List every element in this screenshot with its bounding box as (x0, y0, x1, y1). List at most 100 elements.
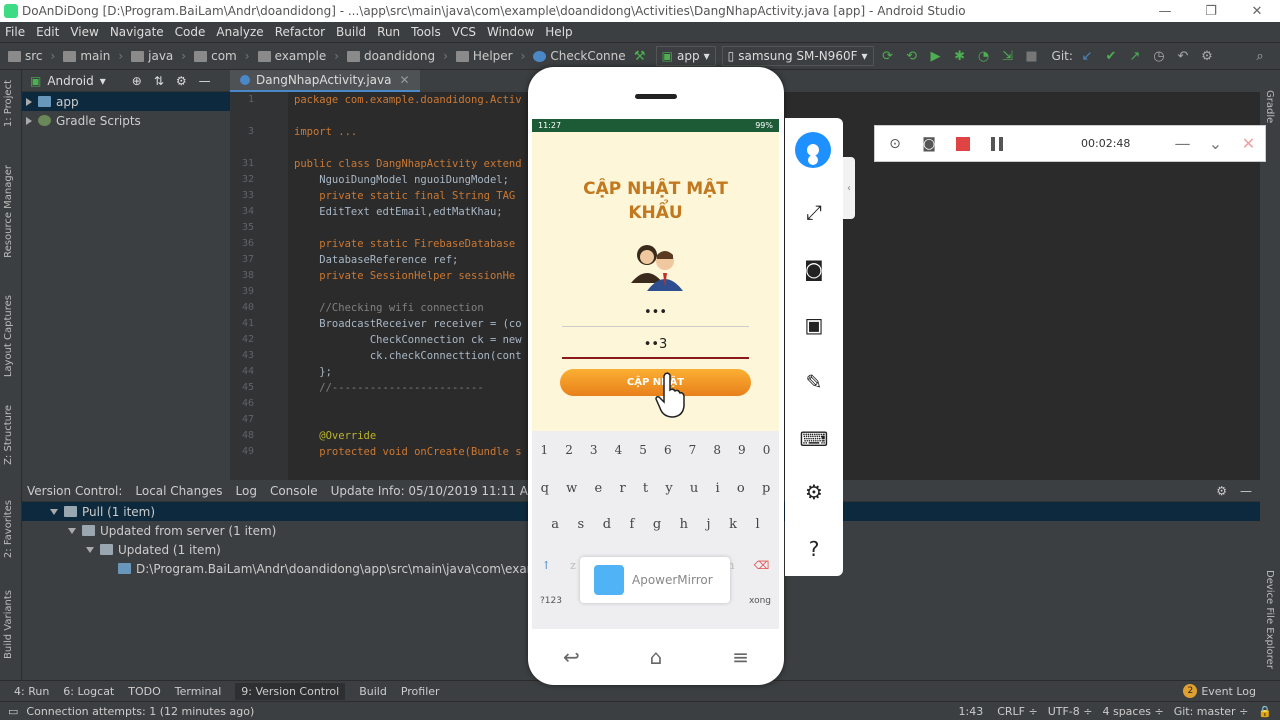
settings-icon[interactable]: ⚙ (798, 476, 830, 508)
module-select[interactable]: ▣ app ▾ (655, 46, 716, 66)
key[interactable]: w (566, 481, 577, 496)
tab-update-info[interactable]: Update Info: 05/10/2019 11:11 AM (331, 484, 539, 498)
new-password-field[interactable]: ••3 (562, 337, 749, 359)
git-push-icon[interactable]: ↗ (1125, 46, 1145, 66)
tree-item-app[interactable]: app (22, 92, 230, 111)
menu-window[interactable]: Window (487, 25, 534, 39)
collapse-icon[interactable] (86, 546, 94, 553)
key[interactable]: 9 (738, 443, 746, 457)
tab-console[interactable]: Console (270, 484, 318, 498)
key[interactable]: o (737, 481, 745, 496)
profile-icon[interactable]: ◔ (974, 46, 994, 66)
status-line-separator[interactable]: CRLF ÷ (997, 705, 1038, 718)
hammer-icon[interactable]: ⚒ (630, 46, 650, 66)
tab-gradle[interactable]: Gradle (1264, 90, 1275, 123)
tool-version-control[interactable]: 9: Version Control (235, 682, 346, 700)
git-commit-icon[interactable]: ✔ (1101, 46, 1121, 66)
stop-recording-button[interactable] (949, 136, 977, 151)
menu-tools[interactable]: Tools (411, 25, 441, 39)
key[interactable]: j (707, 517, 711, 532)
breadcrumb-checkconne[interactable]: CheckConne (533, 49, 626, 63)
key[interactable]: 8 (713, 443, 721, 457)
menu-analyze[interactable]: Analyze (216, 25, 263, 39)
key[interactable]: q (541, 481, 549, 496)
key[interactable]: z (570, 559, 576, 572)
key[interactable]: 7 (689, 443, 697, 457)
collapse-icon[interactable] (68, 527, 76, 534)
key[interactable]: e (595, 481, 603, 496)
run-icon[interactable]: ▶ (926, 46, 946, 66)
key[interactable]: 5 (639, 443, 647, 457)
fullscreen-icon[interactable]: ⤢ (798, 196, 830, 228)
key[interactable]: 3 (590, 443, 598, 457)
key[interactable]: 0 (763, 443, 771, 457)
menu-edit[interactable]: Edit (36, 25, 59, 39)
done-key[interactable]: xong (749, 596, 771, 606)
menu-icon[interactable]: ≡ (732, 645, 749, 669)
gear-icon[interactable]: ⚙ (176, 74, 187, 88)
breadcrumb-main[interactable]: main › (63, 49, 123, 63)
key[interactable]: d (603, 517, 611, 532)
key[interactable]: t (643, 481, 648, 496)
menu-file[interactable]: File (5, 25, 25, 39)
tab-project[interactable]: 1: Project (3, 80, 14, 127)
key[interactable]: 1 (541, 443, 549, 457)
key[interactable]: f (630, 517, 635, 532)
minimize-icon[interactable]: — (1166, 134, 1199, 153)
tab-resource-manager[interactable]: Resource Manager (3, 165, 14, 258)
settings-icon[interactable]: ⚙ (1197, 46, 1217, 66)
device-select[interactable]: ▯ samsung SM-N960F ▾ (721, 46, 874, 66)
maximize-button[interactable]: ❐ (1188, 0, 1234, 22)
search-icon[interactable]: ⌕ (1250, 46, 1270, 66)
status-encoding[interactable]: UTF-8 ÷ (1048, 705, 1093, 718)
menu-refactor[interactable]: Refactor (275, 25, 325, 39)
menu-navigate[interactable]: Navigate (110, 25, 164, 39)
status-layout-icon[interactable]: ▭ (8, 705, 18, 718)
screenshot-icon[interactable]: ◙ (915, 136, 943, 152)
tool-profiler[interactable]: Profiler (401, 685, 440, 698)
dropdown-icon[interactable]: ⊙ (881, 136, 909, 152)
editor-tab[interactable]: DangNhapActivity.java ✕ (230, 70, 420, 92)
hide-icon[interactable]: — (199, 74, 211, 88)
tool-run[interactable]: 4: Run (14, 685, 49, 698)
keyboard-icon[interactable]: ⌨ (798, 423, 830, 455)
status-indent[interactable]: 4 spaces ÷ (1102, 705, 1163, 718)
pause-recording-button[interactable] (983, 136, 1011, 151)
key[interactable]: a (551, 517, 559, 532)
key[interactable]: i (716, 481, 720, 496)
tab-layout-captures[interactable]: Layout Captures (3, 295, 14, 377)
help-icon[interactable]: ? (798, 533, 830, 565)
close-icon[interactable]: ✕ (1232, 134, 1265, 153)
collapse-panel-handle[interactable]: ‹ (843, 157, 855, 219)
key[interactable]: 2 (565, 443, 573, 457)
gear-icon[interactable]: ⚙ (1216, 484, 1227, 498)
symbols-key[interactable]: ?123 (540, 596, 562, 606)
tab-device-file-explorer[interactable]: Device File Explorer (1264, 570, 1275, 669)
user-icon[interactable] (795, 132, 831, 168)
key[interactable]: g (653, 517, 661, 532)
menu-view[interactable]: View (70, 25, 98, 39)
collapse-icon[interactable] (50, 508, 58, 515)
collapse-icon[interactable]: ⌄ (1199, 134, 1232, 153)
menu-code[interactable]: Code (175, 25, 206, 39)
record-video-icon[interactable]: ▣ (798, 309, 830, 341)
camera-icon[interactable]: ◙ (798, 253, 830, 285)
tab-log[interactable]: Log (236, 484, 257, 498)
menu-help[interactable]: Help (545, 25, 572, 39)
breadcrumb-java[interactable]: java › (131, 49, 186, 63)
status-git-branch[interactable]: Git: master ÷ (1174, 705, 1249, 718)
collapse-icon[interactable]: ⇅ (154, 74, 164, 88)
minimize-button[interactable]: — (1142, 0, 1188, 22)
breadcrumb-com[interactable]: com › (194, 49, 250, 63)
hide-panel-icon[interactable]: — (1240, 484, 1252, 498)
back-icon[interactable]: ↩ (563, 645, 580, 669)
stop-icon[interactable]: ■ (1022, 46, 1042, 66)
status-message[interactable]: Connection attempts: 1 (12 minutes ago) (26, 705, 254, 718)
key[interactable]: r (619, 481, 625, 496)
refresh-icon[interactable]: ⟳ (878, 46, 898, 66)
target-icon[interactable]: ⊕ (132, 74, 142, 88)
menu-run[interactable]: Run (377, 25, 400, 39)
shift-key[interactable]: ↑ (542, 559, 551, 572)
backspace-key[interactable]: ⌫ (754, 559, 770, 572)
debug-icon[interactable]: ✱ (950, 46, 970, 66)
